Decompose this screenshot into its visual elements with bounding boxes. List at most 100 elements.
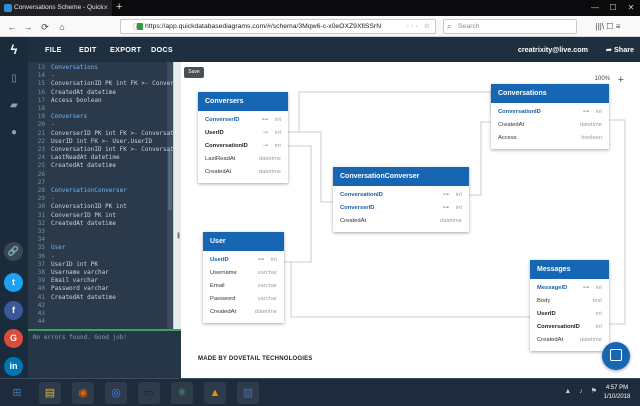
table-user[interactable]: User UserID ⊶ int Username varchar Email varcha… bbox=[203, 232, 284, 323]
url-bar[interactable]: ⓘ https://app.quickdatabasediagrams.com/… bbox=[120, 19, 436, 34]
vlc-app[interactable]: ▲ bbox=[204, 382, 226, 404]
table-field[interactable]: ConverserID ⊶ int bbox=[198, 114, 288, 127]
clock[interactable]: 4:57 PM 1/10/2018 bbox=[600, 384, 634, 402]
editor-line[interactable]: 20- bbox=[28, 121, 55, 129]
back-icon[interactable]: ← bbox=[5, 20, 19, 34]
chrome-app[interactable]: ◎ bbox=[105, 382, 127, 404]
table-field[interactable]: CreatedAt datetime bbox=[491, 119, 609, 132]
zoom-level[interactable]: 100% bbox=[595, 76, 610, 82]
editor-line[interactable]: 33 bbox=[28, 228, 51, 236]
table-field[interactable]: Password varchar bbox=[203, 293, 284, 306]
editor-line[interactable]: 39 Email varchar bbox=[28, 277, 98, 285]
search-input[interactable]: ⌕ Search bbox=[443, 19, 577, 34]
firefox-app[interactable]: ◉ bbox=[72, 382, 94, 404]
editor-line[interactable]: 21 ConverserID PK int FK >- Conversat bbox=[28, 130, 173, 138]
reload-icon[interactable]: ⟳ bbox=[38, 20, 52, 34]
folder-icon[interactable]: ▰ bbox=[7, 99, 21, 113]
table-field[interactable]: ConversationID ⊸ int bbox=[198, 140, 288, 153]
editor-line[interactable]: 42 bbox=[28, 302, 51, 310]
editor-line[interactable]: 17 Access boolean bbox=[28, 97, 102, 105]
app-logo[interactable]: ϟ bbox=[0, 37, 28, 62]
explorer-app[interactable]: ▤ bbox=[39, 382, 61, 404]
share-button[interactable]: ➦ Share bbox=[606, 37, 634, 62]
close-window-icon[interactable]: ✕ bbox=[622, 0, 640, 16]
browser-tab[interactable]: Conversations Scheme - Quick × bbox=[0, 0, 112, 16]
menu-file[interactable]: FILE bbox=[45, 37, 62, 62]
editor-scroll-thumb[interactable] bbox=[168, 150, 172, 210]
table-field[interactable]: CreatedAt datetime bbox=[198, 166, 288, 179]
home-icon[interactable]: ⌂ bbox=[55, 20, 69, 34]
table-field[interactable]: LastReadAt datetime bbox=[198, 153, 288, 166]
twitter-icon[interactable]: t bbox=[4, 273, 23, 292]
library-icon[interactable]: |||\ ☐ ≡ bbox=[588, 20, 628, 34]
start-button[interactable]: ⊞ bbox=[6, 382, 28, 404]
table-field[interactable]: ConversationID ⊶ int bbox=[491, 106, 609, 119]
editor-line[interactable]: 44 bbox=[28, 318, 51, 326]
editor-line[interactable]: 19 Conversers bbox=[28, 113, 87, 121]
schema-editor[interactable]: 13 Conversations 14-15 ConversationID PK in… bbox=[28, 62, 173, 329]
pane-splitter[interactable]: ❚ bbox=[173, 62, 181, 329]
editor-line[interactable]: 38 Username varchar bbox=[28, 269, 109, 277]
editor-line[interactable]: 13 Conversations bbox=[28, 64, 98, 72]
editor-line[interactable]: 22 UserID int FK >- User.UserID bbox=[28, 138, 152, 146]
user-icon[interactable]: ● bbox=[7, 126, 21, 140]
system-tray-icons[interactable]: ▲ ♪ ⚑ bbox=[564, 387, 600, 395]
editor-line[interactable]: 16 CreatedAt datetime bbox=[28, 89, 116, 97]
editor-line[interactable]: 30 ConversationID PK int bbox=[28, 203, 127, 211]
linkedin-icon[interactable]: in bbox=[4, 357, 23, 376]
editor-line[interactable]: 27 bbox=[28, 179, 51, 187]
editor-line[interactable]: 31 ConverserID PK int bbox=[28, 212, 116, 220]
editor-line[interactable]: 24 LastReadAt datetime bbox=[28, 154, 120, 162]
table-field[interactable]: CreatedAt datetime bbox=[333, 215, 469, 228]
page-actions-icon[interactable]: ··· ☆ bbox=[407, 20, 432, 33]
facebook-icon[interactable]: f bbox=[4, 301, 23, 320]
table-field[interactable]: CreatedAt datetime bbox=[203, 306, 284, 319]
table-field[interactable]: UserID int bbox=[530, 308, 609, 321]
editor-line[interactable]: 35 User bbox=[28, 244, 66, 252]
table-title[interactable]: Conversations bbox=[491, 84, 609, 103]
table-field[interactable]: ConverserID ⊶ int bbox=[333, 202, 469, 215]
editor-line[interactable]: 29- bbox=[28, 195, 55, 203]
google-plus-icon[interactable]: G bbox=[4, 329, 23, 348]
editor-line[interactable]: 15 ConversationID PK int FK >- Conver bbox=[28, 80, 173, 88]
forward-icon[interactable]: → bbox=[21, 20, 35, 34]
link-share-icon[interactable]: 🔗 bbox=[4, 242, 23, 261]
editor-line[interactable]: 36- bbox=[28, 253, 55, 261]
table-field[interactable]: CreatedAt datetime bbox=[530, 334, 609, 347]
editor-line[interactable]: 40 Password varchar bbox=[28, 285, 109, 293]
editor-line[interactable]: 23 ConversationID int FK >- Conversat bbox=[28, 146, 173, 154]
chat-button[interactable] bbox=[602, 342, 630, 370]
table-field[interactable]: Body text bbox=[530, 295, 609, 308]
table-field[interactable]: MessageID ⊶ int bbox=[530, 282, 609, 295]
table-conversers[interactable]: Conversers ConverserID ⊶ int UserID ⊸ int Conve… bbox=[198, 92, 288, 183]
table-title[interactable]: Conversers bbox=[198, 92, 288, 111]
zoom-in-button[interactable]: + bbox=[618, 74, 624, 86]
table-field[interactable]: Access boolean bbox=[491, 132, 609, 145]
maximize-icon[interactable]: ☐ bbox=[604, 0, 622, 16]
table-title[interactable]: ConversationConverser bbox=[333, 167, 469, 186]
editor-line[interactable]: 14- bbox=[28, 72, 55, 80]
editor-line[interactable]: 28 ConversationConverser bbox=[28, 187, 127, 195]
user-email[interactable]: creatrixity@live.com bbox=[518, 37, 588, 62]
table-title[interactable]: Messages bbox=[530, 260, 609, 279]
table-field[interactable]: Email varchar bbox=[203, 280, 284, 293]
file-icon[interactable]: ▯ bbox=[7, 72, 21, 86]
new-tab-button[interactable]: + bbox=[116, 0, 122, 15]
table-conversations[interactable]: Conversations ConversationID ⊶ int CreatedAt… bbox=[491, 84, 609, 149]
table-conversation-converser[interactable]: ConversationConverser ConversationID ⊶ int C… bbox=[333, 167, 469, 232]
editor-line[interactable]: 34 bbox=[28, 236, 51, 244]
minimize-icon[interactable]: — bbox=[586, 0, 604, 16]
editor-line[interactable]: 37 UserID int PK bbox=[28, 261, 98, 269]
menu-docs[interactable]: DOCS bbox=[151, 37, 173, 62]
editor-line[interactable]: 41 CreatedAt datetime bbox=[28, 294, 116, 302]
table-title[interactable]: User bbox=[203, 232, 284, 251]
table-field[interactable]: ConversationID ⊶ int bbox=[333, 189, 469, 202]
table-field[interactable]: ConversationID int bbox=[530, 321, 609, 334]
table-field[interactable]: UserID ⊶ int bbox=[203, 254, 284, 267]
table-messages[interactable]: Messages MessageID ⊶ int Body text UserID int Co… bbox=[530, 260, 609, 351]
table-field[interactable]: Username varchar bbox=[203, 267, 284, 280]
file-manager-app[interactable]: ▥ bbox=[237, 382, 259, 404]
terminal-app[interactable]: ▭ bbox=[138, 382, 160, 404]
diagram-canvas[interactable]: Save 100% + Conversers ConverserID ⊶ int Use… bbox=[181, 62, 640, 378]
table-field[interactable]: UserID ⊸ int bbox=[198, 127, 288, 140]
